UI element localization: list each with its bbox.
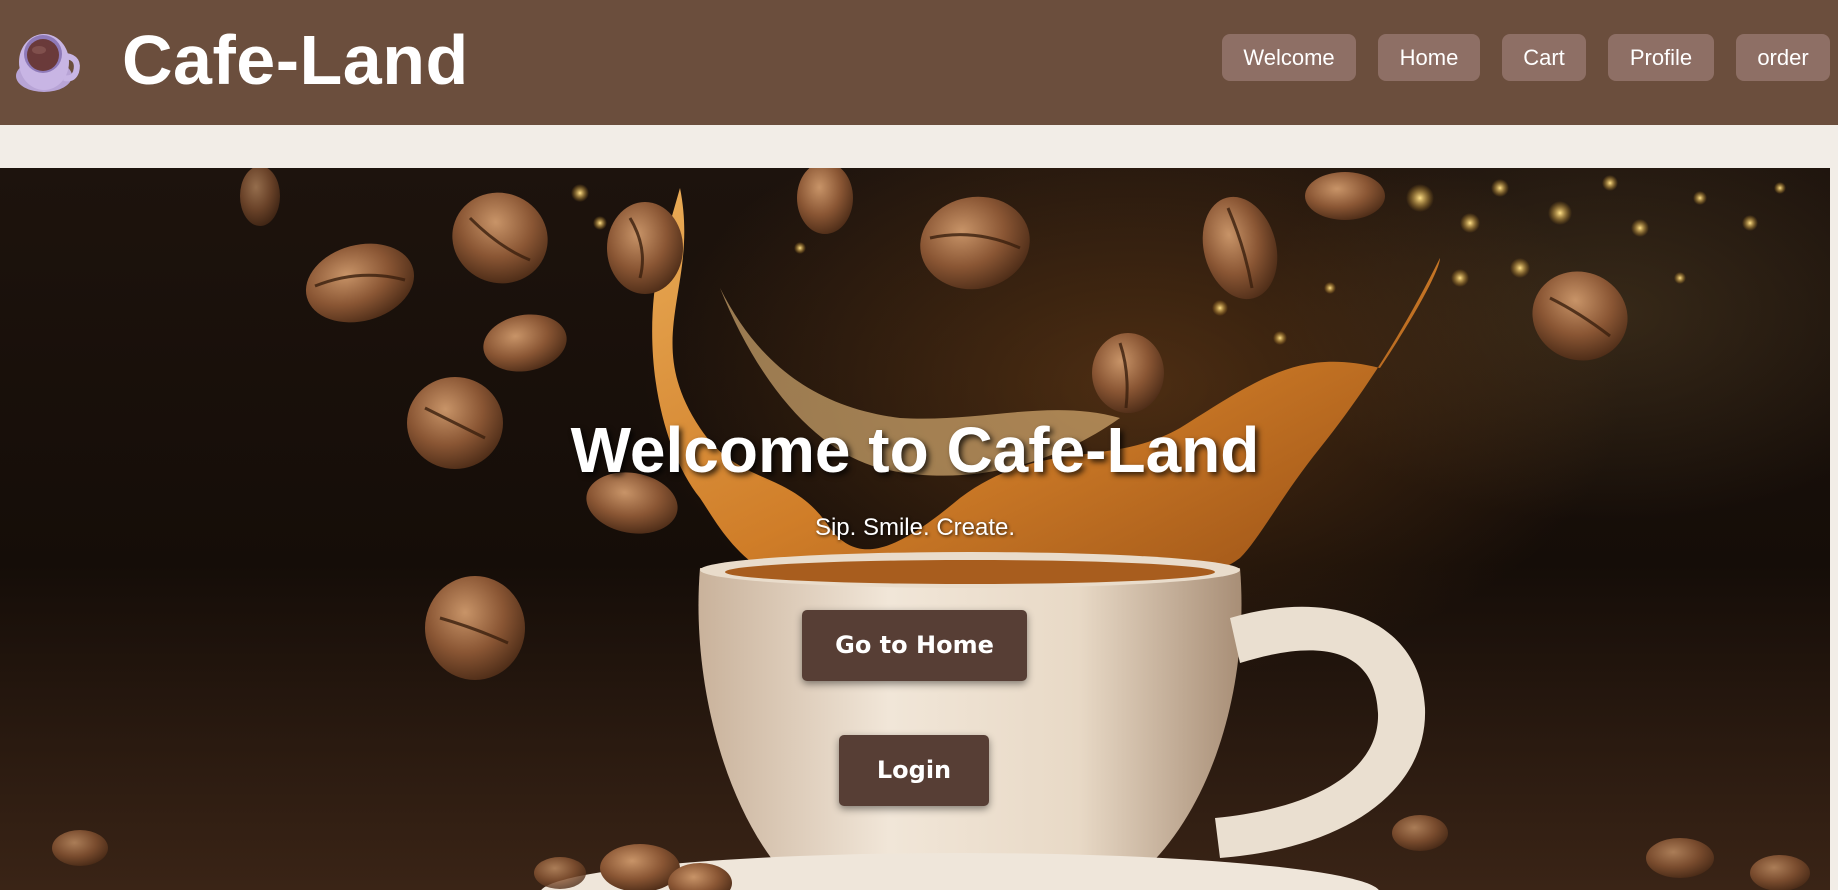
nav-menu: Welcome Home Cart Profile order: [1222, 34, 1830, 81]
brand: Cafe-Land: [12, 0, 469, 125]
go-to-home-button[interactable]: Go to Home: [802, 610, 1027, 681]
nav-welcome-button[interactable]: Welcome: [1222, 34, 1356, 81]
hero-banner: Welcome to Cafe-Land Sip. Smile. Create.…: [0, 168, 1830, 890]
hero-content: Welcome to Cafe-Land Sip. Smile. Create.…: [0, 168, 1830, 890]
top-navbar: Cafe-Land Welcome Home Cart Profile orde…: [0, 0, 1838, 125]
hero-title: Welcome to Cafe-Land: [570, 414, 1260, 486]
nav-cart-button[interactable]: Cart: [1502, 34, 1586, 81]
nav-profile-button[interactable]: Profile: [1608, 34, 1714, 81]
brand-title: Cafe-Land: [122, 20, 469, 99]
hero-subtitle: Sip. Smile. Create.: [814, 514, 1016, 541]
login-button[interactable]: Login: [839, 735, 989, 806]
nav-home-button[interactable]: Home: [1378, 34, 1480, 81]
coffee-cup-icon: [12, 28, 82, 98]
nav-order-button[interactable]: order: [1736, 34, 1830, 81]
